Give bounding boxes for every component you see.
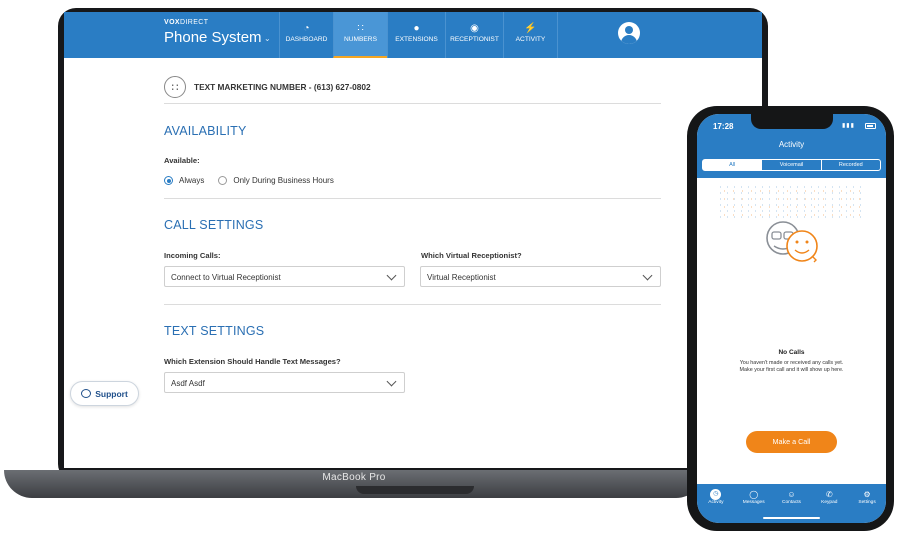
- number-header: ∷ TEXT MARKETING NUMBER - (613) 627-0802: [164, 76, 371, 98]
- laptop-model-label: MacBook Pro: [322, 472, 386, 483]
- call-settings-heading: CALL SETTINGS: [164, 218, 264, 232]
- nav-receptionist[interactable]: ◉ RECEPTIONIST: [445, 12, 503, 58]
- tab-voicemail[interactable]: Voicemail: [761, 160, 820, 170]
- status-time: 17:28: [713, 122, 734, 131]
- keypad-icon: ∷: [357, 23, 364, 34]
- keypad-icon: ∷: [164, 76, 186, 98]
- chevron-down-icon[interactable]: ⌄: [264, 34, 271, 43]
- nav-dashboard[interactable]: ◔ DASHBOARD: [279, 12, 333, 58]
- headset-icon: ◉: [470, 23, 479, 34]
- divider: [164, 304, 661, 305]
- battery-icon: [865, 123, 876, 129]
- tab-recorded[interactable]: Recorded: [820, 160, 880, 170]
- nav-divider: [557, 12, 558, 58]
- empty-state-description: You haven't made or received any calls y…: [739, 360, 844, 373]
- gear-icon: ⚙: [863, 490, 871, 499]
- nav-activity[interactable]: ⚡ ACTIVITY: [503, 12, 557, 58]
- support-button[interactable]: Support: [70, 381, 139, 406]
- chevron-down-icon: [388, 272, 396, 280]
- virtual-receptionist-value: Virtual Receptionist: [427, 273, 496, 282]
- top-app-bar: VOXDIRECT Phone System ⌄ ◔ DASHBOARD ∷ N…: [64, 12, 762, 58]
- number-title: TEXT MARKETING NUMBER - (613) 627-0802: [194, 82, 371, 92]
- home-indicator: [763, 517, 820, 519]
- activity-filter-tabs: All Voicemail Recorded: [702, 159, 881, 171]
- person-icon: ●: [413, 23, 420, 34]
- radio-always[interactable]: [164, 176, 173, 185]
- incoming-calls-value: Connect to Virtual Receptionist: [171, 273, 281, 282]
- phone-notch: [751, 114, 833, 129]
- availability-options: Always Only During Business Hours: [164, 176, 334, 185]
- phone-header: 17:28 ▮▮▮ Activity All Voicemail Recorde…: [697, 114, 886, 178]
- divider: [164, 198, 661, 199]
- virtual-receptionist-label: Which Virtual Receptionist?: [421, 251, 522, 260]
- text-extension-value: Asdf Asdf: [171, 379, 205, 388]
- chevron-down-icon: [644, 272, 652, 280]
- brand-logo: VOXDIRECT: [164, 19, 209, 26]
- empty-state-faces-icon: [766, 221, 818, 263]
- tab-all[interactable]: All: [703, 160, 762, 170]
- tabbar-settings[interactable]: ⚙ Settings: [848, 484, 886, 523]
- incoming-calls-label: Incoming Calls:: [164, 251, 221, 260]
- signal-icon: ▮▮▮: [842, 123, 855, 129]
- bolt-icon: ⚡: [524, 23, 537, 34]
- radio-always-label[interactable]: Always: [179, 176, 204, 185]
- screen-title: Activity: [778, 140, 805, 149]
- radio-business-hours-label[interactable]: Only During Business Hours: [233, 176, 333, 185]
- empty-state-title: No Calls: [778, 349, 805, 356]
- virtual-receptionist-select[interactable]: Virtual Receptionist: [420, 266, 661, 287]
- nav-extensions[interactable]: ● EXTENSIONS: [387, 12, 445, 58]
- phone-screen: 17:28 ▮▮▮ Activity All Voicemail Recorde…: [697, 114, 886, 523]
- gauge-icon: ◔: [303, 23, 310, 34]
- main-nav: ◔ DASHBOARD ∷ NUMBERS ● EXTENSIONS ◉ REC…: [279, 12, 558, 58]
- contacts-icon: ☺: [787, 490, 796, 499]
- laptop-notch: [356, 486, 474, 494]
- divider: [164, 103, 661, 104]
- availability-heading: AVAILABILITY: [164, 124, 247, 138]
- available-label: Available:: [164, 156, 200, 165]
- clock-icon: ◷: [710, 489, 722, 500]
- text-settings-heading: TEXT SETTINGS: [164, 324, 265, 338]
- laptop-base: MacBook Pro: [4, 470, 704, 498]
- handset-icon: ✆: [825, 490, 833, 499]
- chat-icon: [81, 389, 92, 398]
- laptop-screen: VOXDIRECT Phone System ⌄ ◔ DASHBOARD ∷ N…: [64, 12, 762, 468]
- chevron-down-icon: [388, 378, 396, 386]
- text-extension-label: Which Extension Should Handle Text Messa…: [164, 357, 341, 366]
- chat-icon: ◯: [749, 490, 759, 499]
- nav-numbers[interactable]: ∷ NUMBERS: [333, 12, 387, 58]
- radio-business-hours[interactable]: [218, 176, 228, 185]
- make-call-button[interactable]: Make a Call: [746, 431, 837, 453]
- text-extension-select[interactable]: Asdf Asdf: [164, 372, 405, 393]
- tabbar-activity[interactable]: ◷ Activity: [697, 484, 735, 523]
- product-title[interactable]: Phone System: [164, 29, 262, 46]
- incoming-calls-select[interactable]: Connect to Virtual Receptionist: [164, 266, 405, 287]
- user-avatar[interactable]: [618, 22, 640, 44]
